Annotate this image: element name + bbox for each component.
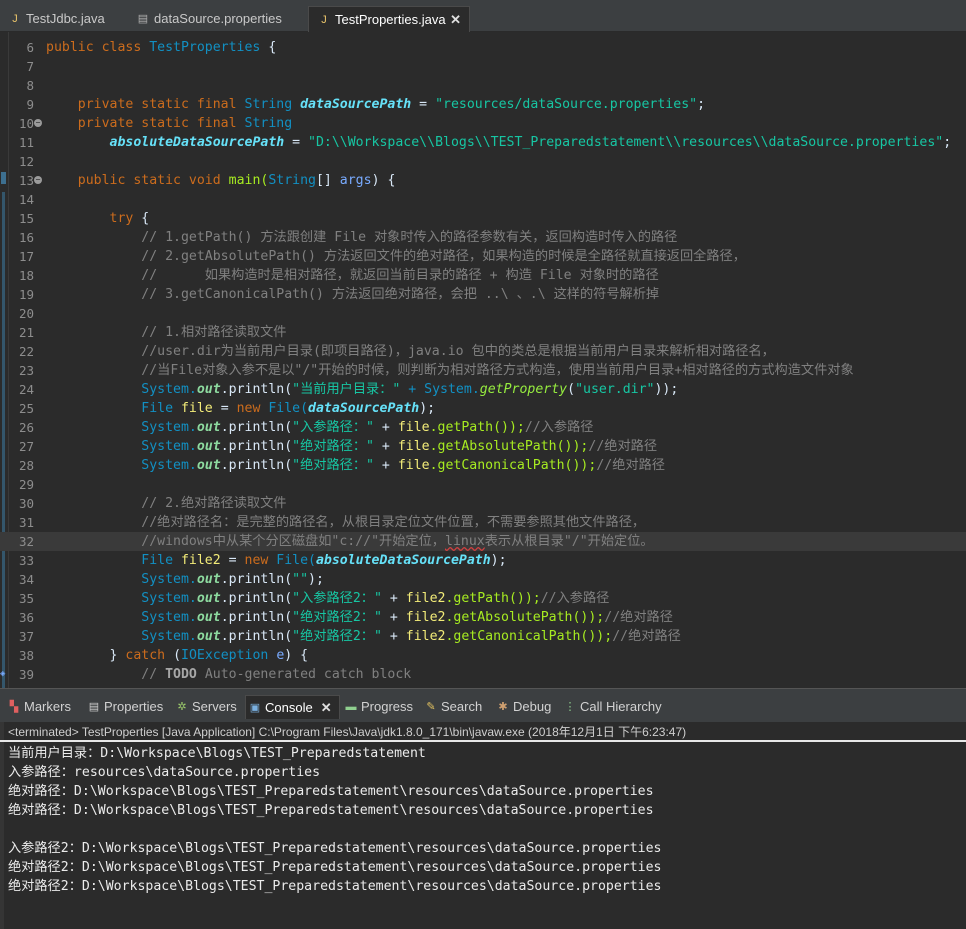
code-line: 29 xyxy=(18,477,34,492)
console-line: 当前用户目录：D:\Workspace\Blogs\TEST_Prepareds… xyxy=(8,746,426,761)
code-line: 35 System.out.println("入参路径2：" + file2.g… xyxy=(18,591,610,606)
code-line: 7 xyxy=(26,59,34,74)
progress-icon: ▬ xyxy=(345,701,357,713)
console-line: 绝对路径：D:\Workspace\Blogs\TEST_Preparedsta… xyxy=(8,784,654,799)
java-file-icon: J xyxy=(12,13,18,25)
search-icon: ✎ xyxy=(426,701,436,713)
code-line: 39 // TODO Auto-generated catch block xyxy=(18,667,412,682)
tab-markers[interactable]: ▚ Markers xyxy=(5,695,71,719)
tab-datasource-properties[interactable]: ▤ dataSource.properties xyxy=(128,6,304,32)
properties-file-icon: ▤ xyxy=(137,13,149,25)
code-line: 18 // 如果构造时是相对路径，就返回当前目录的路径 + 构造 File 对象… xyxy=(18,268,659,283)
debug-icon: ✱ xyxy=(498,701,508,713)
tab-testproperties[interactable]: J TestProperties.java ✕ xyxy=(308,6,470,32)
console-line: 绝对路径2：D:\Workspace\Blogs\TEST_Preparedst… xyxy=(8,879,662,894)
java-file-icon: J xyxy=(321,14,327,26)
code-line: 9 private static final String dataSource… xyxy=(26,97,706,112)
close-icon[interactable]: ✕ xyxy=(321,696,332,720)
console-icon: ▣ xyxy=(249,702,261,714)
code-line: 14 xyxy=(18,192,34,207)
properties-icon: ▤ xyxy=(88,701,100,713)
code-line: 30 // 2.绝对路径读取文件 xyxy=(18,496,287,511)
code-line: 17 // 2.getAbsolutePath() 方法返回文件的绝对路径，如果… xyxy=(18,249,746,264)
code-line: 27 System.out.println("绝对路径：" + file.get… xyxy=(18,439,658,454)
call-hierarchy-icon: ⋮ xyxy=(564,701,576,713)
tab-servers[interactable]: ✲ Servers xyxy=(173,695,236,719)
tab-search[interactable]: ✎ Search xyxy=(422,695,482,719)
code-line: 38 } catch (IOException e) { xyxy=(18,648,309,663)
tab-label: TestJdbc.java xyxy=(26,11,105,26)
console-view[interactable]: <terminated> TestProperties [Java Applic… xyxy=(0,722,966,929)
tab-call-hierarchy[interactable]: ⋮ Call Hierarchy xyxy=(561,695,662,719)
editor-tab-bar: J TestJdbc.java ▤ dataSource.properties … xyxy=(0,0,966,32)
fold-toggle-icon[interactable]: − xyxy=(34,176,42,184)
current-code-line: 32 //windows中从某个分区磁盘如"c://"开始定位，linux表示从… xyxy=(0,532,966,551)
console-line: 绝对路径：D:\Workspace\Blogs\TEST_Preparedsta… xyxy=(8,803,654,818)
code-line: 6 public class TestProperties { xyxy=(26,40,277,55)
code-line: 13− public static void main(String[] arg… xyxy=(18,173,396,188)
code-lines: 6 public class TestProperties { 7 8 9 pri… xyxy=(0,38,966,684)
console-ruler xyxy=(0,722,4,929)
code-line: 24 System.out.println("当前用户目录：" + System… xyxy=(18,382,679,397)
tab-label: dataSource.properties xyxy=(154,11,282,26)
tab-debug[interactable]: ✱ Debug xyxy=(494,695,551,719)
code-line: 31 //绝对路径名：是完整的路径名，从根目录定位文件位置，不需要参照其他文件路… xyxy=(18,515,646,530)
markers-icon: ▚ xyxy=(9,701,19,713)
code-line: 16 // 1.getPath() 方法跟创建 File 对象时传入的路径参数有… xyxy=(18,230,678,245)
code-line: 23 //当File对象入参不是以"/"开始的时候，则判断为相对路径方式构造，使… xyxy=(18,363,854,378)
close-icon[interactable]: ✕ xyxy=(450,7,461,33)
console-line: 入参路径：resources\dataSource.properties xyxy=(8,765,321,780)
code-line: 12 xyxy=(18,154,34,169)
code-line: 21 // 1.相对路径读取文件 xyxy=(18,325,287,340)
code-line: 20 xyxy=(18,306,34,321)
code-editor[interactable]: ◈ 6 public class TestProperties { 7 8 9 p… xyxy=(0,32,966,688)
tab-testjdbc[interactable]: J TestJdbc.java xyxy=(0,6,124,32)
fold-toggle-icon[interactable]: − xyxy=(34,119,42,127)
code-line: 36 System.out.println("绝对路径2：" + file2.g… xyxy=(18,610,673,625)
console-line: 绝对路径2：D:\Workspace\Blogs\TEST_Preparedst… xyxy=(8,860,662,875)
code-line: 11 absoluteDataSourcePath = "D:\\Workspa… xyxy=(18,135,952,150)
tab-label: TestProperties.java xyxy=(335,12,446,27)
code-line: 25 File file = new File(dataSourcePath); xyxy=(18,401,436,416)
tab-progress[interactable]: ▬ Progress xyxy=(342,695,414,719)
code-line: 15 try { xyxy=(18,211,150,226)
view-tab-bar: ▚ Markers ▤ Properties ✲ Servers ▣ Conso… xyxy=(0,688,966,722)
tab-properties[interactable]: ▤ Properties xyxy=(85,695,163,719)
code-line: 34 System.out.println(""); xyxy=(18,572,324,587)
code-line: 8 xyxy=(26,78,34,93)
console-line: 入参路径2：D:\Workspace\Blogs\TEST_Preparedst… xyxy=(8,841,662,856)
code-line: 37 System.out.println("绝对路径2：" + file2.g… xyxy=(18,629,681,644)
code-line: 22 //user.dir为当前用户目录(即项目路径)，java.io 包中的类… xyxy=(18,344,775,359)
code-line: 33 File file2 = new File(absoluteDataSou… xyxy=(18,553,507,568)
code-line: 10− private static final String xyxy=(18,116,293,131)
code-line: 19 // 3.getCanonicalPath() 方法返回绝对路径，会把 .… xyxy=(18,287,660,302)
tab-console[interactable]: ▣ Console ✕ xyxy=(245,695,340,719)
code-line: 26 System.out.println("入参路径：" + file.get… xyxy=(18,420,594,435)
code-line: 28 System.out.println("绝对路径：" + file.get… xyxy=(18,458,665,473)
console-output[interactable]: 当前用户目录：D:\Workspace\Blogs\TEST_Prepareds… xyxy=(8,744,661,896)
console-status: <terminated> TestProperties [Java Applic… xyxy=(0,722,966,742)
servers-icon: ✲ xyxy=(177,701,187,713)
